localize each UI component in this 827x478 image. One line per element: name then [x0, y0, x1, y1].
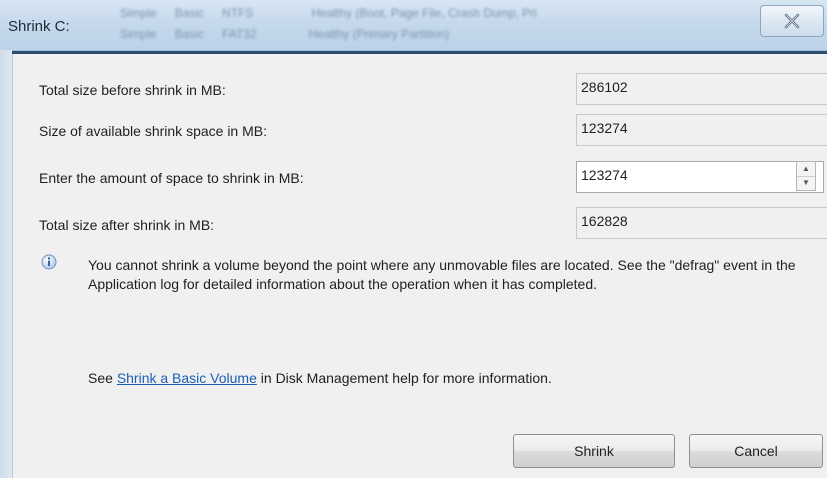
- help-text: See Shrink a Basic Volume in Disk Manage…: [88, 370, 552, 386]
- spin-up-icon[interactable]: ▲: [797, 162, 815, 177]
- available-shrink-space-label: Size of available shrink space in MB:: [39, 123, 267, 139]
- dialog-title: Shrink C:: [8, 18, 70, 35]
- dialog-body: Total size before shrink in MB: 286102 S…: [12, 54, 827, 478]
- spin-down-icon[interactable]: ▼: [797, 177, 815, 191]
- available-shrink-space-value: 123274: [576, 114, 827, 146]
- window-frame-left: [0, 50, 12, 478]
- close-icon: [784, 13, 800, 29]
- shrink-amount-spinner[interactable]: ▲ ▼: [796, 161, 816, 191]
- background-volume-row: Simple Basic FAT32 Healthy (Primary Partiti…: [120, 27, 450, 41]
- shrink-basic-volume-link[interactable]: Shrink a Basic Volume: [117, 370, 257, 386]
- shrink-amount-input[interactable]: 123274: [576, 161, 824, 193]
- cancel-button[interactable]: Cancel: [689, 434, 823, 468]
- info-icon: [41, 254, 57, 270]
- total-size-before-label: Total size before shrink in MB:: [39, 82, 226, 98]
- close-button[interactable]: [760, 5, 824, 37]
- shrink-info-message: You cannot shrink a volume beyond the po…: [88, 257, 796, 292]
- background-volume-row: Simple Basic NTFS Healthy (Boot, Page File,…: [120, 6, 537, 20]
- shrink-dialog: Simple Basic NTFS Healthy (Boot, Page File,…: [0, 0, 827, 478]
- shrink-amount-label: Enter the amount of space to shrink in M…: [39, 170, 304, 186]
- total-size-after-value: 162828: [576, 207, 827, 239]
- total-size-before-value: 286102: [576, 73, 827, 105]
- total-size-after-label: Total size after shrink in MB:: [39, 217, 215, 233]
- shrink-button[interactable]: Shrink: [513, 434, 675, 468]
- title-bar[interactable]: Simple Basic NTFS Healthy (Boot, Page File,…: [0, 0, 827, 51]
